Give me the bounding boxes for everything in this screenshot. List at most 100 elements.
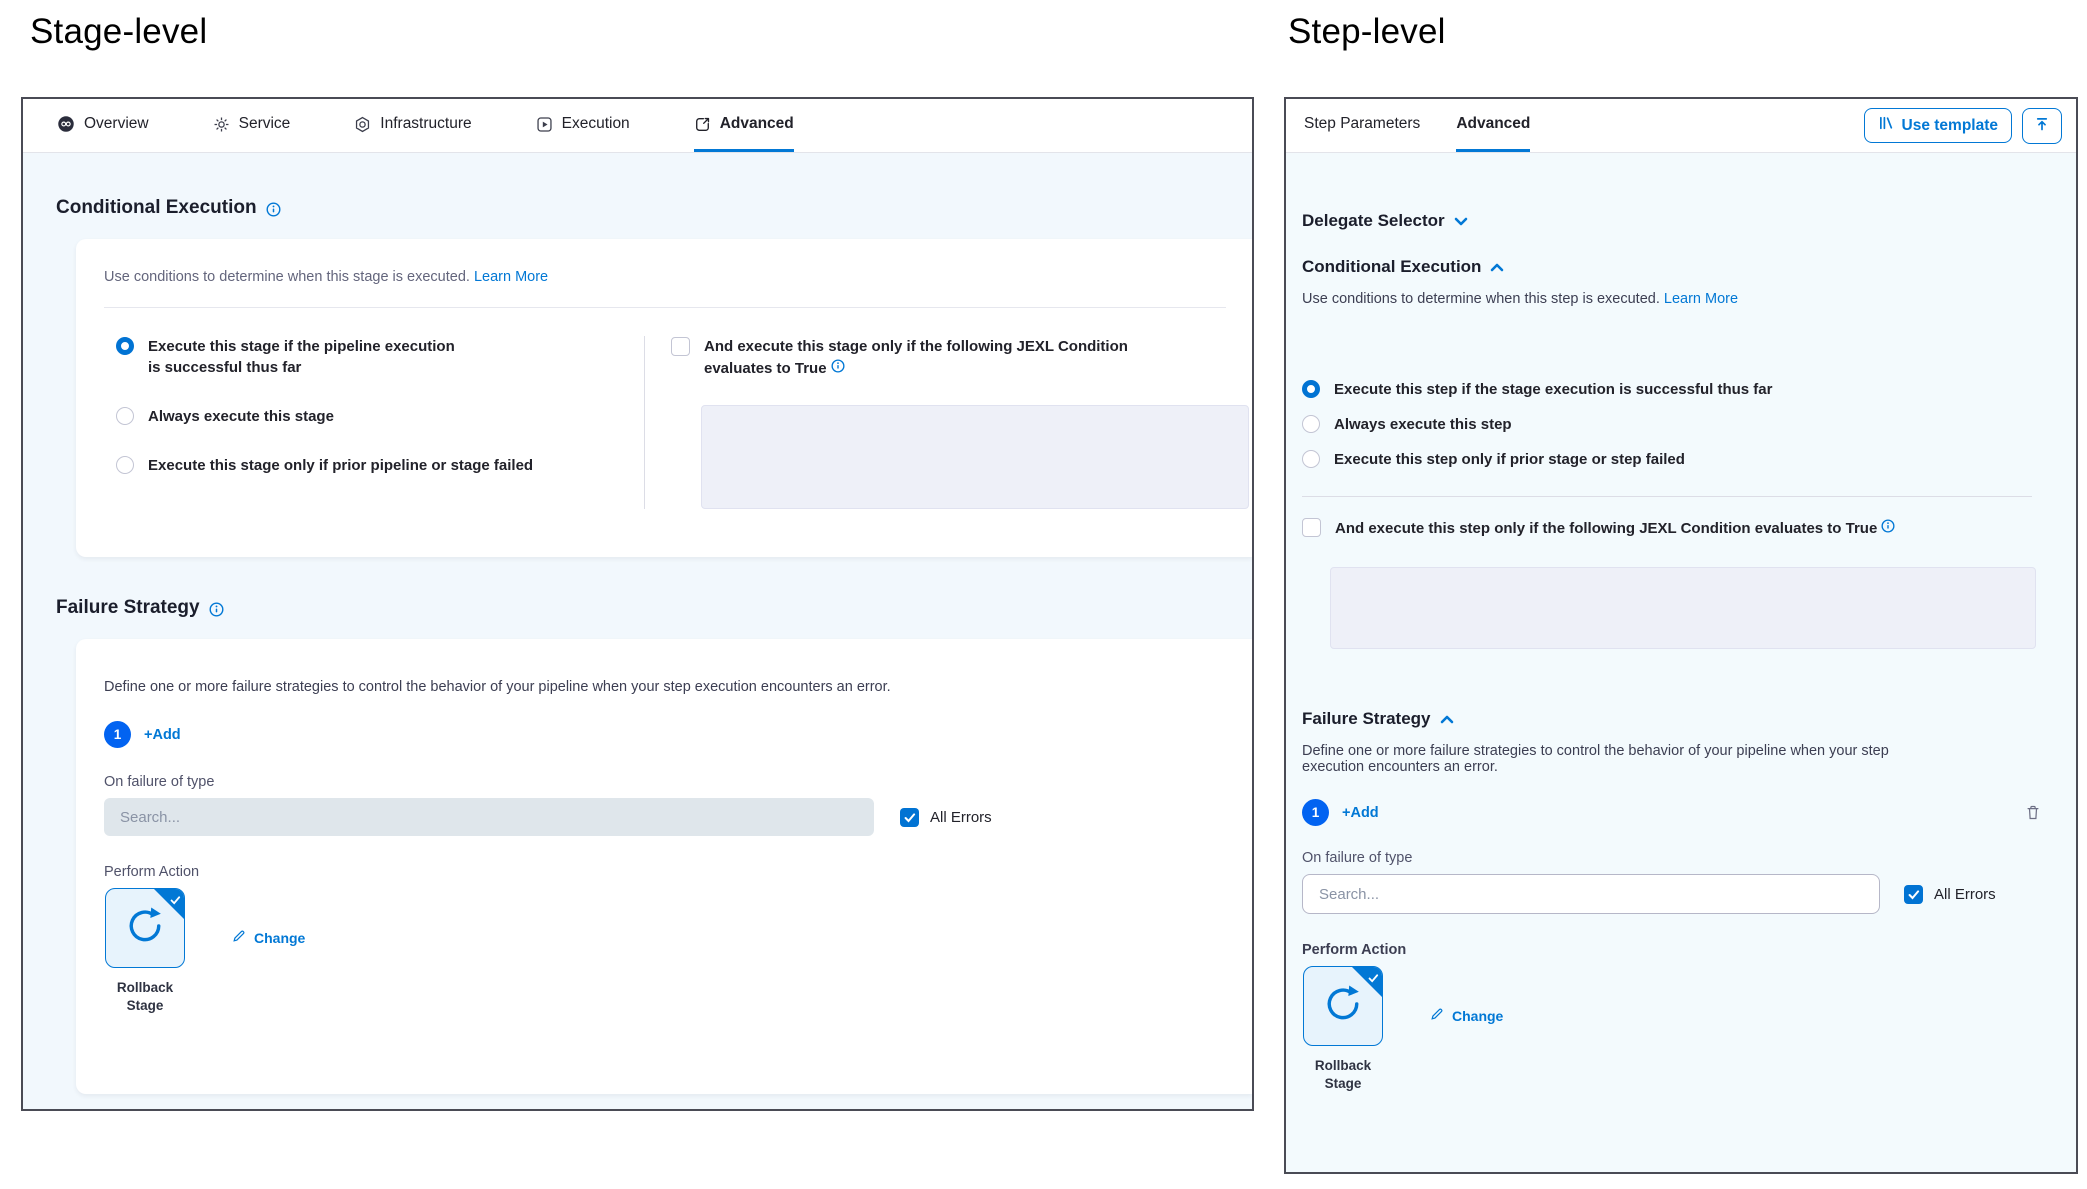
failure-type-row: All Errors bbox=[1302, 874, 2076, 914]
radio-execute-if-successful[interactable]: Execute this step if the stage execution… bbox=[1302, 379, 2076, 400]
failure-strategy-description: Define one or more failure strategies to… bbox=[1302, 743, 1902, 775]
change-action-link[interactable]: Change bbox=[232, 929, 305, 946]
delegate-selector-heading[interactable]: Delegate Selector bbox=[1302, 211, 2076, 231]
radio-execute-if-failed[interactable]: Execute this step only if prior stage or… bbox=[1302, 449, 2076, 470]
step-panel-body: Delegate Selector Conditional Execution … bbox=[1286, 153, 2076, 1172]
jexl-condition-input[interactable] bbox=[1330, 567, 2036, 649]
tab-execution[interactable]: Execution bbox=[536, 99, 630, 152]
stage-level-title: Stage-level bbox=[30, 12, 207, 52]
info-icon[interactable] bbox=[209, 602, 224, 617]
chevron-down-icon bbox=[1454, 211, 1468, 231]
step-advanced-panel: Step Parameters Advanced Use template De… bbox=[1284, 97, 2078, 1174]
pencil-icon bbox=[232, 929, 246, 946]
tab-overview[interactable]: Overview bbox=[57, 99, 149, 152]
radio-always-execute[interactable]: Always execute this stage bbox=[116, 406, 644, 427]
tab-infrastructure[interactable]: Infrastructure bbox=[354, 99, 471, 152]
rollback-stage-label: Rollback Stage bbox=[1302, 1057, 1384, 1093]
jexl-checkbox-row[interactable]: And execute this stage only if the follo… bbox=[671, 336, 1252, 379]
rollback-stage-tile[interactable] bbox=[105, 888, 185, 968]
learn-more-link[interactable]: Learn More bbox=[474, 269, 548, 285]
checkbox-checked[interactable] bbox=[1904, 885, 1923, 904]
heading-text: Conditional Execution bbox=[56, 197, 257, 219]
trash-icon[interactable] bbox=[2026, 804, 2040, 821]
strategy-1-badge[interactable]: 1 bbox=[104, 721, 131, 748]
info-icon[interactable] bbox=[831, 359, 845, 373]
strategy-1-badge[interactable]: 1 bbox=[1302, 799, 1329, 826]
tab-label: Advanced bbox=[720, 115, 794, 133]
checkbox-unchecked[interactable] bbox=[671, 337, 690, 356]
all-errors-checkbox-row[interactable]: All Errors bbox=[1904, 884, 1996, 904]
radio-selected[interactable] bbox=[1302, 380, 1320, 398]
radio-execute-if-successful[interactable]: Execute this stage if the pipeline execu… bbox=[116, 336, 644, 378]
failure-type-search-input[interactable] bbox=[104, 798, 874, 836]
perform-action-row: Rollback Stage Change bbox=[1302, 966, 2076, 1093]
tab-service[interactable]: Service bbox=[213, 99, 291, 152]
divider bbox=[1302, 496, 2032, 497]
radio-unselected[interactable] bbox=[116, 407, 134, 425]
gear-icon bbox=[213, 116, 230, 133]
strategy-badge-row: 1 +Add bbox=[104, 721, 1252, 748]
radio-label: Execute this step if the stage execution… bbox=[1334, 379, 1772, 400]
radio-group: Execute this step if the stage execution… bbox=[1302, 379, 2076, 470]
upload-template-button[interactable] bbox=[2022, 108, 2062, 144]
tab-step-parameters[interactable]: Step Parameters bbox=[1304, 99, 1420, 152]
failure-strategy-card: Define one or more failure strategies to… bbox=[76, 639, 1252, 1094]
all-errors-checkbox-row[interactable]: All Errors bbox=[900, 807, 992, 827]
failure-type-search-input[interactable] bbox=[1302, 874, 1880, 914]
stage-advanced-panel: Overview Service Infrastructure Executio… bbox=[21, 97, 1254, 1111]
jexl-checkbox-row[interactable]: And execute this step only if the follow… bbox=[1302, 517, 2076, 539]
tab-label: Execution bbox=[562, 115, 630, 133]
jexl-condition-input[interactable] bbox=[701, 405, 1249, 509]
heading-text: Failure Strategy bbox=[56, 597, 200, 619]
on-failure-label: On failure of type bbox=[1302, 850, 2076, 866]
tab-advanced[interactable]: Advanced bbox=[694, 99, 794, 152]
radio-unselected[interactable] bbox=[1302, 450, 1320, 468]
rollback-stage-tile[interactable] bbox=[1303, 966, 1383, 1046]
perform-action-row: Rollback Stage Change bbox=[104, 888, 1252, 1015]
step-tabbar: Step Parameters Advanced Use template bbox=[1286, 99, 2076, 153]
radio-label: Execute this stage if the pipeline execu… bbox=[148, 336, 456, 378]
radio-unselected[interactable] bbox=[1302, 415, 1320, 433]
step-level-title: Step-level bbox=[1288, 12, 1446, 52]
stage-panel-body: Conditional Execution Use conditions to … bbox=[23, 153, 1252, 1109]
add-strategy-button[interactable]: +Add bbox=[144, 727, 181, 743]
tab-label: Advanced bbox=[1456, 115, 1530, 133]
heading-text: Failure Strategy bbox=[1302, 709, 1431, 729]
info-icon[interactable] bbox=[1881, 519, 1895, 533]
radio-label: Execute this stage only if prior pipelin… bbox=[148, 455, 533, 476]
on-failure-label: On failure of type bbox=[104, 774, 1252, 790]
conditional-execution-heading[interactable]: Conditional Execution bbox=[1302, 257, 2076, 277]
add-strategy-button[interactable]: +Add bbox=[1342, 805, 1379, 821]
heading-text: Conditional Execution bbox=[1302, 257, 1481, 277]
radio-always-execute[interactable]: Always execute this step bbox=[1302, 414, 2076, 435]
learn-more-link[interactable]: Learn More bbox=[1664, 291, 1738, 307]
perform-action-label: Perform Action bbox=[1302, 942, 2076, 958]
checkbox-checked[interactable] bbox=[900, 808, 919, 827]
jexl-column: And execute this stage only if the follo… bbox=[644, 336, 1252, 509]
use-template-button[interactable]: Use template bbox=[1864, 108, 2012, 143]
checkbox-unchecked[interactable] bbox=[1302, 518, 1321, 537]
heading-text: Delegate Selector bbox=[1302, 211, 1445, 231]
radio-execute-if-failed[interactable]: Execute this stage only if prior pipelin… bbox=[116, 455, 644, 476]
change-label: Change bbox=[254, 930, 305, 946]
description-text: Use conditions to determine when this st… bbox=[1302, 291, 1660, 307]
tab-advanced[interactable]: Advanced bbox=[1456, 99, 1530, 152]
infrastructure-icon bbox=[354, 116, 371, 133]
change-action-link[interactable]: Change bbox=[1430, 1007, 1503, 1024]
jexl-label-text: And execute this step only if the follow… bbox=[1335, 520, 1877, 537]
stage-tabbar: Overview Service Infrastructure Executio… bbox=[23, 99, 1252, 153]
upload-icon bbox=[2034, 116, 2050, 135]
pencil-icon bbox=[1430, 1007, 1444, 1024]
step-tab-actions: Use template bbox=[1864, 99, 2062, 152]
rollback-action: Rollback Stage bbox=[1302, 966, 1384, 1093]
conditional-execution-card: Use conditions to determine when this st… bbox=[76, 239, 1252, 557]
radio-unselected[interactable] bbox=[116, 456, 134, 474]
radio-selected[interactable] bbox=[116, 337, 134, 355]
jexl-label-text: And execute this stage only if the follo… bbox=[704, 338, 1128, 377]
radio-group: Execute this stage if the pipeline execu… bbox=[116, 336, 644, 509]
strategy-badge-row: 1 +Add bbox=[1302, 799, 2076, 826]
check-icon bbox=[1368, 970, 1379, 988]
all-errors-label: All Errors bbox=[930, 809, 992, 826]
failure-strategy-heading[interactable]: Failure Strategy bbox=[1302, 709, 2076, 729]
info-icon[interactable] bbox=[266, 202, 281, 217]
